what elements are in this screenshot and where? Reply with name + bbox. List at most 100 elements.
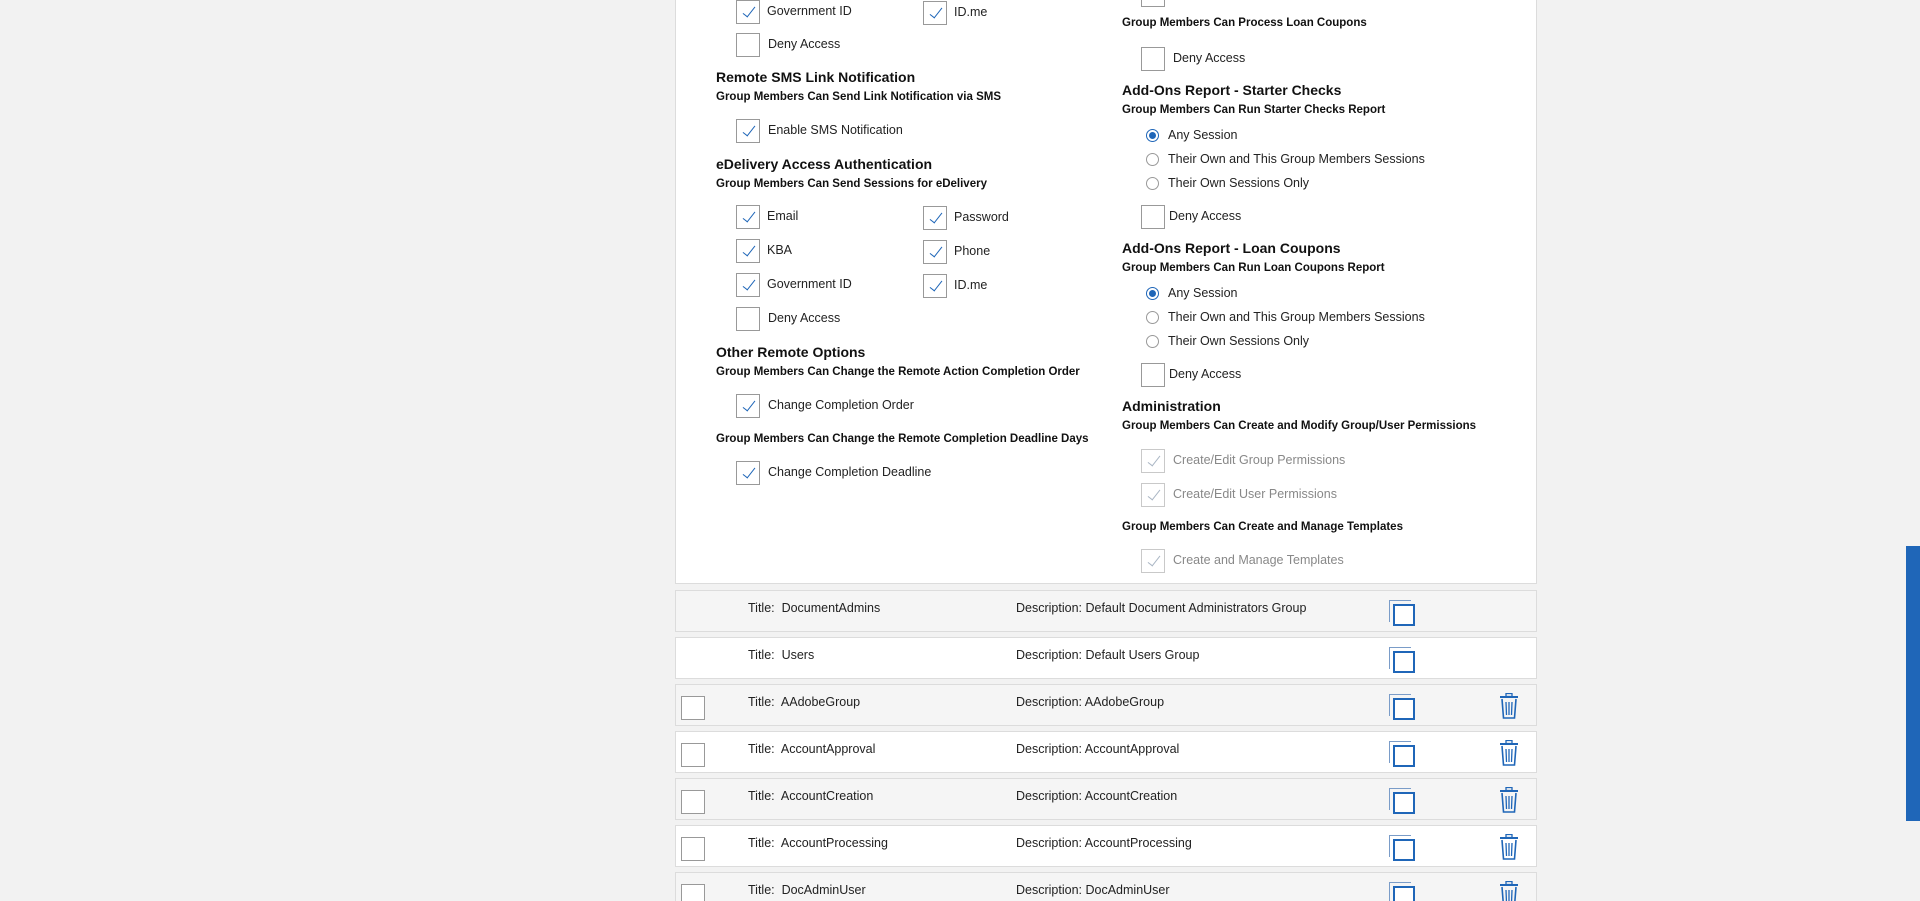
- group-description: Description: AccountCreation: [1016, 789, 1178, 803]
- group-description: Description: DocAdminUser: [1016, 883, 1170, 897]
- deny-access-label: Deny Access: [768, 37, 841, 51]
- edelivery-section-subtitle: Group Members Can Send Sessions for eDel…: [716, 178, 987, 190]
- edelivery-section-title: eDelivery Access Authentication: [716, 156, 933, 172]
- permissions-panel: Government ID ID.me Deny Access Remote S…: [675, 0, 1537, 584]
- trash-icon[interactable]: [1498, 693, 1520, 719]
- group-description: Description: AccountApproval: [1016, 742, 1180, 756]
- group-title: Title: DocAdminUser: [748, 883, 866, 897]
- starter-any-session-label: Any Session: [1168, 128, 1238, 142]
- email-checkbox[interactable]: [736, 205, 760, 229]
- starter-own-only-radio[interactable]: [1146, 177, 1159, 190]
- phone-label: Phone: [954, 244, 991, 258]
- group-row-accountprocessing[interactable]: Title: AccountProcessing Description: Ac…: [675, 825, 1537, 867]
- administration-subtitle: Group Members Can Create and Modify Grou…: [1122, 420, 1477, 432]
- scrollbar-thumb[interactable]: [1906, 546, 1920, 821]
- group-description: Description: Default Document Administra…: [1016, 601, 1307, 615]
- loan-own-group-radio[interactable]: [1146, 311, 1159, 324]
- edelivery-government-id-checkbox[interactable]: [736, 273, 760, 297]
- deny-access-checkbox[interactable]: [736, 33, 760, 57]
- idme-checkbox[interactable]: [923, 1, 947, 25]
- change-completion-deadline-label: Change Completion Deadline: [768, 465, 932, 479]
- loan-own-only-radio[interactable]: [1146, 335, 1159, 348]
- group-title: Title: AAdobeGroup: [748, 695, 861, 709]
- starter-own-only-label: Their Own Sessions Only: [1168, 176, 1310, 190]
- change-completion-deadline-checkbox[interactable]: [736, 461, 760, 485]
- copy-icon[interactable]: [1389, 741, 1415, 767]
- edelivery-deny-access-label: Deny Access: [768, 311, 841, 325]
- loan-report-title: Add-Ons Report - Loan Coupons: [1122, 240, 1341, 256]
- edelivery-deny-access-checkbox[interactable]: [736, 307, 760, 331]
- loan-coupons-deny-label: Deny Access: [1173, 51, 1246, 65]
- sms-section-subtitle: Group Members Can Send Link Notification…: [716, 91, 1001, 103]
- row-select-checkbox[interactable]: [681, 884, 705, 901]
- completion-order-subtitle: Group Members Can Change the Remote Acti…: [716, 366, 1080, 378]
- templates-subtitle: Group Members Can Create and Manage Temp…: [1122, 521, 1403, 533]
- edit-group-permissions-label: Create/Edit Group Permissions: [1173, 453, 1346, 467]
- administration-title: Administration: [1122, 398, 1221, 414]
- group-row-accountapproval[interactable]: Title: AccountApproval Description: Acco…: [675, 731, 1537, 773]
- edelivery-idme-label: ID.me: [954, 278, 988, 292]
- change-completion-order-checkbox[interactable]: [736, 394, 760, 418]
- enable-sms-label: Enable SMS Notification: [768, 123, 903, 137]
- previous-checkbox[interactable]: [1141, 0, 1165, 7]
- loan-coupons-deny-checkbox[interactable]: [1141, 47, 1165, 71]
- edit-group-permissions-checkbox[interactable]: [1141, 449, 1165, 473]
- trash-icon[interactable]: [1498, 834, 1520, 860]
- password-label: Password: [954, 210, 1009, 224]
- copy-icon[interactable]: [1389, 694, 1415, 720]
- group-title: Title: DocumentAdmins: [748, 601, 881, 615]
- change-completion-order-label: Change Completion Order: [768, 398, 914, 412]
- copy-icon[interactable]: [1389, 600, 1415, 626]
- row-select-checkbox[interactable]: [681, 790, 705, 814]
- starter-deny-checkbox[interactable]: [1141, 205, 1165, 229]
- starter-checks-subtitle: Group Members Can Run Starter Checks Rep…: [1122, 104, 1386, 116]
- loan-any-session-label: Any Session: [1168, 286, 1238, 300]
- starter-deny-label: Deny Access: [1169, 209, 1242, 223]
- manage-templates-checkbox[interactable]: [1141, 549, 1165, 573]
- copy-icon[interactable]: [1389, 882, 1415, 901]
- phone-checkbox[interactable]: [923, 240, 947, 264]
- sms-section-title: Remote SMS Link Notification: [716, 69, 916, 85]
- kba-checkbox[interactable]: [736, 239, 760, 263]
- kba-label: KBA: [767, 243, 793, 257]
- loan-own-group-label: Their Own and This Group Members Session…: [1168, 310, 1425, 324]
- loan-report-subtitle: Group Members Can Run Loan Coupons Repor…: [1122, 262, 1385, 274]
- government-id-label: Government ID: [767, 4, 852, 18]
- starter-own-group-label: Their Own and This Group Members Session…: [1168, 152, 1425, 166]
- loan-own-only-label: Their Own Sessions Only: [1168, 334, 1310, 348]
- copy-icon[interactable]: [1389, 647, 1415, 673]
- edit-user-permissions-checkbox[interactable]: [1141, 483, 1165, 507]
- group-title: Title: Users: [748, 648, 815, 662]
- loan-report-deny-checkbox[interactable]: [1141, 363, 1165, 387]
- row-select-checkbox[interactable]: [681, 837, 705, 861]
- starter-checks-title: Add-Ons Report - Starter Checks: [1122, 82, 1342, 98]
- starter-any-session-radio[interactable]: [1146, 129, 1159, 142]
- completion-deadline-subtitle: Group Members Can Change the Remote Comp…: [716, 433, 1089, 445]
- edelivery-government-id-label: Government ID: [767, 277, 852, 291]
- password-checkbox[interactable]: [923, 206, 947, 230]
- group-title: Title: AccountCreation: [748, 789, 874, 803]
- government-id-checkbox[interactable]: [736, 0, 760, 24]
- group-row-accountcreation[interactable]: Title: AccountCreation Description: Acco…: [675, 778, 1537, 820]
- edelivery-idme-checkbox[interactable]: [923, 274, 947, 298]
- group-description: Description: AAdobeGroup: [1016, 695, 1165, 709]
- other-remote-title: Other Remote Options: [716, 344, 866, 360]
- copy-icon[interactable]: [1389, 835, 1415, 861]
- group-row-aadobegroup[interactable]: Title: AAdobeGroup Description: AAdobeGr…: [675, 684, 1537, 726]
- trash-icon[interactable]: [1498, 740, 1520, 766]
- group-row-docadminuser[interactable]: Title: DocAdminUser Description: DocAdmi…: [675, 872, 1537, 901]
- row-select-checkbox[interactable]: [681, 696, 705, 720]
- starter-own-group-radio[interactable]: [1146, 153, 1159, 166]
- group-description: Description: AccountProcessing: [1016, 836, 1192, 850]
- loan-coupons-subtitle: Group Members Can Process Loan Coupons: [1122, 17, 1367, 29]
- loan-report-deny-label: Deny Access: [1169, 367, 1242, 381]
- trash-icon[interactable]: [1498, 881, 1520, 901]
- trash-icon[interactable]: [1498, 787, 1520, 813]
- group-description: Description: Default Users Group: [1016, 648, 1200, 662]
- group-row-documentadmins[interactable]: Title: DocumentAdmins Description: Defau…: [675, 590, 1537, 632]
- group-row-users[interactable]: Title: Users Description: Default Users …: [675, 637, 1537, 679]
- row-select-checkbox[interactable]: [681, 743, 705, 767]
- enable-sms-checkbox[interactable]: [736, 119, 760, 143]
- loan-any-session-radio[interactable]: [1146, 287, 1159, 300]
- copy-icon[interactable]: [1389, 788, 1415, 814]
